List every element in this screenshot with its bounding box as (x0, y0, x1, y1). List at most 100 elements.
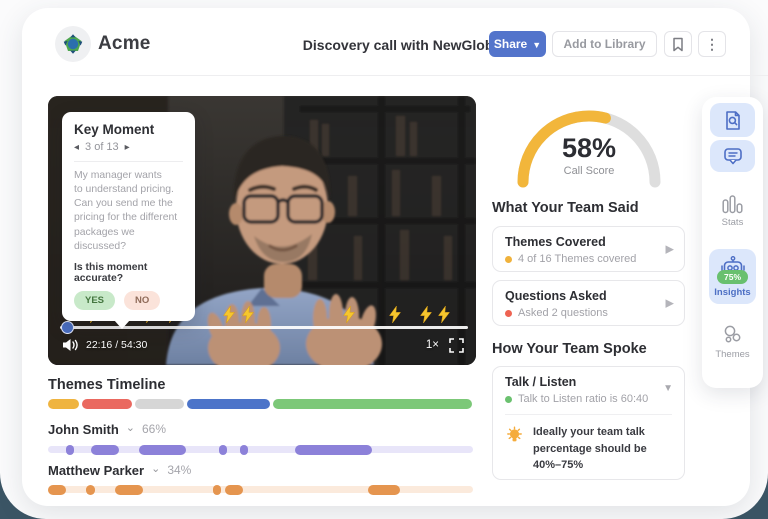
speech-segment[interactable] (225, 485, 243, 495)
status-dot (505, 256, 512, 263)
speaker-talk-percent: 66% (142, 422, 166, 436)
speech-segment[interactable] (219, 445, 227, 455)
themes-timeline-heading: Themes Timeline (48, 377, 165, 393)
sidebar-item-themes[interactable]: Themes (715, 324, 749, 360)
speaker-row: John Smith ⌄ 66% (48, 420, 166, 438)
moment-counter: 3 of 13 (85, 141, 119, 153)
company-logo (55, 26, 91, 62)
card-status: Talk to Listen ratio is 60:40 (518, 393, 648, 405)
call-score-gauge: 58% Call Score (510, 97, 668, 191)
header-bar: Acme Discovery call with NewGlobe Share▼… (22, 8, 750, 68)
card-title: Themes Covered (505, 235, 672, 249)
speech-segment[interactable] (66, 445, 74, 455)
call-score-label: Call Score (510, 165, 668, 177)
header-divider (70, 75, 768, 76)
card-title: Questions Asked (505, 289, 672, 303)
lightning-bolt-icon[interactable] (419, 306, 433, 323)
speech-segment[interactable] (115, 485, 143, 495)
time-display: 22:16 / 54:30 (86, 339, 147, 351)
comment-icon (723, 147, 743, 165)
divider (74, 161, 183, 162)
speech-segment[interactable] (240, 445, 248, 455)
speech-segment[interactable] (48, 485, 66, 495)
lightning-bolt-icon[interactable] (437, 306, 451, 323)
more-options-button[interactable]: ⋮ (698, 31, 726, 57)
video-controls: 22:16 / 54:30 1× (62, 334, 464, 356)
accuracy-question: Is this moment accurate? (74, 262, 183, 284)
theme-segment[interactable] (187, 399, 270, 409)
key-moment-nav: ◂ 3 of 13 ▸ (74, 141, 183, 153)
speech-segment[interactable] (139, 445, 186, 455)
company-name: Acme (98, 33, 151, 55)
speaker-name: Matthew Parker (48, 463, 144, 478)
next-moment-icon[interactable]: ▸ (125, 142, 130, 153)
theme-segment[interactable] (273, 399, 472, 409)
sidebar-item-comments[interactable] (710, 140, 755, 172)
theme-segment[interactable] (48, 399, 79, 409)
fullscreen-icon[interactable] (449, 338, 464, 353)
chevron-right-icon[interactable]: ▶ (666, 243, 674, 256)
themes-covered-card[interactable]: Themes Covered 4 of 16 Themes covered ▶ (492, 226, 685, 272)
share-caret-icon: ▼ (532, 40, 541, 50)
moment-quote: My manager wants to understand pricing. … (74, 169, 183, 254)
bookmark-icon (672, 37, 684, 52)
speaker-talk-percent: 34% (167, 463, 191, 477)
coaching-tip: Ideally your team talk percentage should… (533, 424, 647, 474)
no-button[interactable]: NO (124, 291, 160, 310)
lightning-bolt-icon[interactable] (222, 306, 236, 323)
logo-emblem (61, 32, 85, 56)
bookmark-button[interactable] (664, 31, 692, 57)
speech-segment[interactable] (91, 445, 119, 455)
speaker-speech-track[interactable] (48, 486, 473, 493)
speech-segment[interactable] (86, 485, 95, 495)
sidebar-label: Stats (722, 217, 744, 228)
questions-asked-card[interactable]: Questions Asked Asked 2 questions ▶ (492, 280, 685, 326)
speaker-name: John Smith (48, 422, 119, 437)
sidebar-label: Insights (714, 287, 750, 298)
card-title: Talk / Listen (505, 375, 672, 389)
talk-listen-card[interactable]: Talk / Listen Talk to Listen ratio is 60… (492, 366, 685, 480)
theme-segment[interactable] (82, 399, 132, 409)
section-heading-team-spoke: How Your Team Spoke (492, 341, 647, 357)
section-heading-team-said: What Your Team Said (492, 200, 639, 216)
lightning-bolt-icon[interactable] (342, 306, 356, 323)
theme-segment[interactable] (135, 399, 184, 409)
share-button[interactable]: Share▼ (489, 31, 546, 57)
speech-segment[interactable] (213, 485, 221, 495)
lightbulb-icon (505, 426, 524, 445)
playback-speed[interactable]: 1× (426, 339, 439, 351)
sidebar-item-insights[interactable]: 75% Insights (709, 249, 756, 304)
prev-moment-icon[interactable]: ◂ (74, 142, 79, 153)
sidebar-item-stats[interactable]: Stats (722, 195, 744, 228)
chevron-right-icon[interactable]: ▶ (666, 297, 674, 310)
speech-segment[interactable] (368, 485, 400, 495)
yes-button[interactable]: YES (74, 291, 115, 310)
speech-segment[interactable] (295, 445, 372, 455)
key-moment-popup: Key Moment ◂ 3 of 13 ▸ My manager wants … (62, 112, 195, 321)
kebab-icon: ⋮ (705, 36, 719, 53)
lightning-bolt-icon[interactable] (388, 306, 402, 323)
status-dot (505, 310, 512, 317)
insights-score-badge: 75% (717, 270, 748, 284)
speaker-row: Matthew Parker ⌄ 34% (48, 461, 191, 479)
add-to-library-button[interactable]: Add to Library (552, 31, 657, 57)
sidebar-label: Themes (715, 349, 749, 360)
card-status: Asked 2 questions (518, 307, 608, 319)
document-search-icon (723, 110, 743, 131)
volume-icon[interactable] (62, 338, 79, 352)
speaker-speech-track[interactable] (48, 446, 473, 453)
status-dot (505, 396, 512, 403)
themes-timeline-bar (48, 399, 477, 409)
card-status: 4 of 16 Themes covered (518, 253, 636, 265)
tools-sidebar: Stats 75% Insights Themes (702, 97, 763, 388)
sidebar-item-search-transcript[interactable] (710, 103, 755, 137)
chevron-down-icon[interactable]: ▼ (663, 383, 673, 394)
chevron-down-icon[interactable]: ⌄ (151, 462, 160, 475)
call-score-value: 58% (510, 133, 668, 164)
chevron-down-icon[interactable]: ⌄ (126, 421, 135, 434)
lightning-bolt-icon[interactable] (241, 306, 255, 323)
stats-bars-icon (722, 195, 743, 214)
themes-bubbles-icon (721, 324, 743, 346)
divider (505, 414, 672, 415)
key-moment-title: Key Moment (74, 122, 183, 137)
